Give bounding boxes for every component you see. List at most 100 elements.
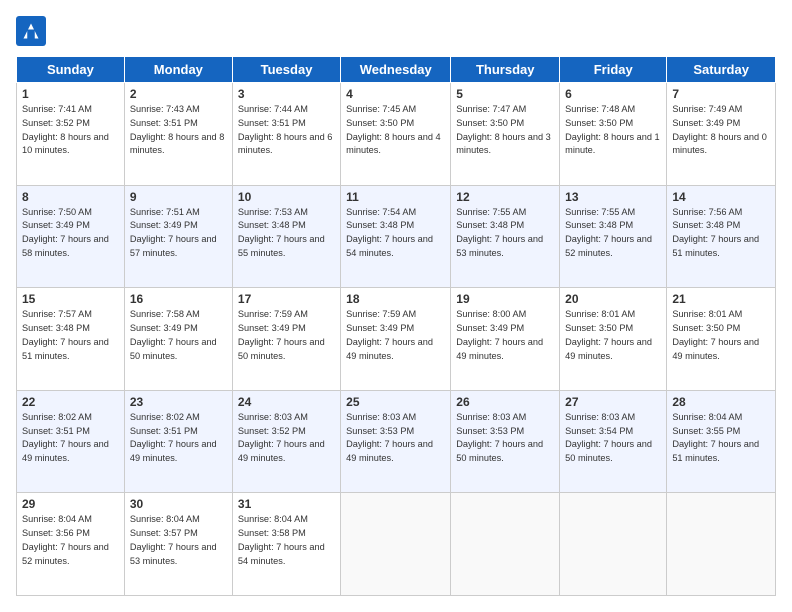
table-row: 10 Sunrise: 7:53 AM Sunset: 3:48 PM Dayl… <box>232 185 340 288</box>
day-info: Sunrise: 7:41 AM Sunset: 3:52 PM Dayligh… <box>22 103 119 158</box>
sunrise-label: Sunrise: 7:59 AM <box>346 309 416 319</box>
day-number: 8 <box>22 190 119 204</box>
table-row: 19 Sunrise: 8:00 AM Sunset: 3:49 PM Dayl… <box>451 288 560 391</box>
day-number: 23 <box>130 395 227 409</box>
day-info: Sunrise: 8:04 AM Sunset: 3:56 PM Dayligh… <box>22 513 119 568</box>
day-number: 18 <box>346 292 445 306</box>
sunset-label: Sunset: 3:48 PM <box>346 220 414 230</box>
day-info: Sunrise: 7:51 AM Sunset: 3:49 PM Dayligh… <box>130 206 227 261</box>
sunset-label: Sunset: 3:57 PM <box>130 528 198 538</box>
sunrise-label: Sunrise: 7:51 AM <box>130 207 200 217</box>
sunrise-label: Sunrise: 8:04 AM <box>238 514 308 524</box>
day-info: Sunrise: 8:03 AM Sunset: 3:53 PM Dayligh… <box>456 411 554 466</box>
sunrise-label: Sunrise: 7:58 AM <box>130 309 200 319</box>
table-row: 6 Sunrise: 7:48 AM Sunset: 3:50 PM Dayli… <box>560 83 667 186</box>
sunset-label: Sunset: 3:51 PM <box>22 426 90 436</box>
day-number: 6 <box>565 87 661 101</box>
table-row: 7 Sunrise: 7:49 AM Sunset: 3:49 PM Dayli… <box>667 83 776 186</box>
table-row: 30 Sunrise: 8:04 AM Sunset: 3:57 PM Dayl… <box>124 493 232 596</box>
table-row: 25 Sunrise: 8:03 AM Sunset: 3:53 PM Dayl… <box>341 390 451 493</box>
day-number: 17 <box>238 292 335 306</box>
day-info: Sunrise: 7:48 AM Sunset: 3:50 PM Dayligh… <box>565 103 661 158</box>
day-number: 2 <box>130 87 227 101</box>
sunset-label: Sunset: 3:50 PM <box>346 118 414 128</box>
sunrise-label: Sunrise: 8:04 AM <box>672 412 742 422</box>
day-info: Sunrise: 7:43 AM Sunset: 3:51 PM Dayligh… <box>130 103 227 158</box>
table-row: 12 Sunrise: 7:55 AM Sunset: 3:48 PM Dayl… <box>451 185 560 288</box>
daylight-label: Daylight: 7 hours and 51 minutes. <box>22 337 109 361</box>
table-row: 21 Sunrise: 8:01 AM Sunset: 3:50 PM Dayl… <box>667 288 776 391</box>
page: Sunday Monday Tuesday Wednesday Thursday… <box>0 0 792 612</box>
sunrise-label: Sunrise: 7:59 AM <box>238 309 308 319</box>
day-number: 22 <box>22 395 119 409</box>
daylight-label: Daylight: 7 hours and 50 minutes. <box>565 439 652 463</box>
day-info: Sunrise: 8:04 AM Sunset: 3:57 PM Dayligh… <box>130 513 227 568</box>
day-number: 16 <box>130 292 227 306</box>
daylight-label: Daylight: 8 hours and 3 minutes. <box>456 132 551 156</box>
daylight-label: Daylight: 8 hours and 0 minutes. <box>672 132 767 156</box>
day-info: Sunrise: 7:57 AM Sunset: 3:48 PM Dayligh… <box>22 308 119 363</box>
day-info: Sunrise: 8:01 AM Sunset: 3:50 PM Dayligh… <box>672 308 770 363</box>
table-row: 2 Sunrise: 7:43 AM Sunset: 3:51 PM Dayli… <box>124 83 232 186</box>
day-number: 21 <box>672 292 770 306</box>
day-number: 30 <box>130 497 227 511</box>
calendar-table: Sunday Monday Tuesday Wednesday Thursday… <box>16 56 776 596</box>
daylight-label: Daylight: 8 hours and 8 minutes. <box>130 132 225 156</box>
day-info: Sunrise: 7:58 AM Sunset: 3:49 PM Dayligh… <box>130 308 227 363</box>
sunrise-label: Sunrise: 7:41 AM <box>22 104 92 114</box>
daylight-label: Daylight: 7 hours and 50 minutes. <box>130 337 217 361</box>
table-row: 3 Sunrise: 7:44 AM Sunset: 3:51 PM Dayli… <box>232 83 340 186</box>
sunset-label: Sunset: 3:50 PM <box>565 323 633 333</box>
sunrise-label: Sunrise: 8:04 AM <box>130 514 200 524</box>
sunset-label: Sunset: 3:55 PM <box>672 426 740 436</box>
daylight-label: Daylight: 7 hours and 49 minutes. <box>672 337 759 361</box>
day-info: Sunrise: 7:55 AM Sunset: 3:48 PM Dayligh… <box>565 206 661 261</box>
sunset-label: Sunset: 3:49 PM <box>346 323 414 333</box>
table-row <box>451 493 560 596</box>
sunset-label: Sunset: 3:52 PM <box>238 426 306 436</box>
day-number: 19 <box>456 292 554 306</box>
calendar-row-2: 8 Sunrise: 7:50 AM Sunset: 3:49 PM Dayli… <box>17 185 776 288</box>
sunrise-label: Sunrise: 7:44 AM <box>238 104 308 114</box>
day-number: 5 <box>456 87 554 101</box>
logo <box>16 16 50 46</box>
day-info: Sunrise: 7:59 AM Sunset: 3:49 PM Dayligh… <box>346 308 445 363</box>
daylight-label: Daylight: 7 hours and 53 minutes. <box>130 542 217 566</box>
daylight-label: Daylight: 7 hours and 49 minutes. <box>130 439 217 463</box>
day-info: Sunrise: 7:45 AM Sunset: 3:50 PM Dayligh… <box>346 103 445 158</box>
day-number: 20 <box>565 292 661 306</box>
daylight-label: Daylight: 7 hours and 49 minutes. <box>346 439 433 463</box>
daylight-label: Daylight: 7 hours and 50 minutes. <box>456 439 543 463</box>
calendar-row-1: 1 Sunrise: 7:41 AM Sunset: 3:52 PM Dayli… <box>17 83 776 186</box>
sunset-label: Sunset: 3:48 PM <box>565 220 633 230</box>
sunrise-label: Sunrise: 8:01 AM <box>565 309 635 319</box>
day-number: 14 <box>672 190 770 204</box>
table-row: 15 Sunrise: 7:57 AM Sunset: 3:48 PM Dayl… <box>17 288 125 391</box>
sunset-label: Sunset: 3:49 PM <box>238 323 306 333</box>
day-info: Sunrise: 7:54 AM Sunset: 3:48 PM Dayligh… <box>346 206 445 261</box>
table-row: 26 Sunrise: 8:03 AM Sunset: 3:53 PM Dayl… <box>451 390 560 493</box>
day-number: 11 <box>346 190 445 204</box>
daylight-label: Daylight: 7 hours and 58 minutes. <box>22 234 109 258</box>
day-number: 29 <box>22 497 119 511</box>
daylight-label: Daylight: 7 hours and 49 minutes. <box>346 337 433 361</box>
table-row: 31 Sunrise: 8:04 AM Sunset: 3:58 PM Dayl… <box>232 493 340 596</box>
header-sunday: Sunday <box>17 57 125 83</box>
daylight-label: Daylight: 7 hours and 54 minutes. <box>238 542 325 566</box>
daylight-label: Daylight: 7 hours and 52 minutes. <box>565 234 652 258</box>
sunrise-label: Sunrise: 7:45 AM <box>346 104 416 114</box>
day-number: 7 <box>672 87 770 101</box>
sunrise-label: Sunrise: 7:49 AM <box>672 104 742 114</box>
daylight-label: Daylight: 7 hours and 49 minutes. <box>22 439 109 463</box>
day-info: Sunrise: 8:04 AM Sunset: 3:58 PM Dayligh… <box>238 513 335 568</box>
sunrise-label: Sunrise: 8:02 AM <box>130 412 200 422</box>
day-info: Sunrise: 7:56 AM Sunset: 3:48 PM Dayligh… <box>672 206 770 261</box>
header-wednesday: Wednesday <box>341 57 451 83</box>
table-row: 29 Sunrise: 8:04 AM Sunset: 3:56 PM Dayl… <box>17 493 125 596</box>
header-saturday: Saturday <box>667 57 776 83</box>
day-info: Sunrise: 8:01 AM Sunset: 3:50 PM Dayligh… <box>565 308 661 363</box>
table-row: 17 Sunrise: 7:59 AM Sunset: 3:49 PM Dayl… <box>232 288 340 391</box>
table-row <box>560 493 667 596</box>
sunrise-label: Sunrise: 7:55 AM <box>565 207 635 217</box>
day-info: Sunrise: 8:03 AM Sunset: 3:52 PM Dayligh… <box>238 411 335 466</box>
